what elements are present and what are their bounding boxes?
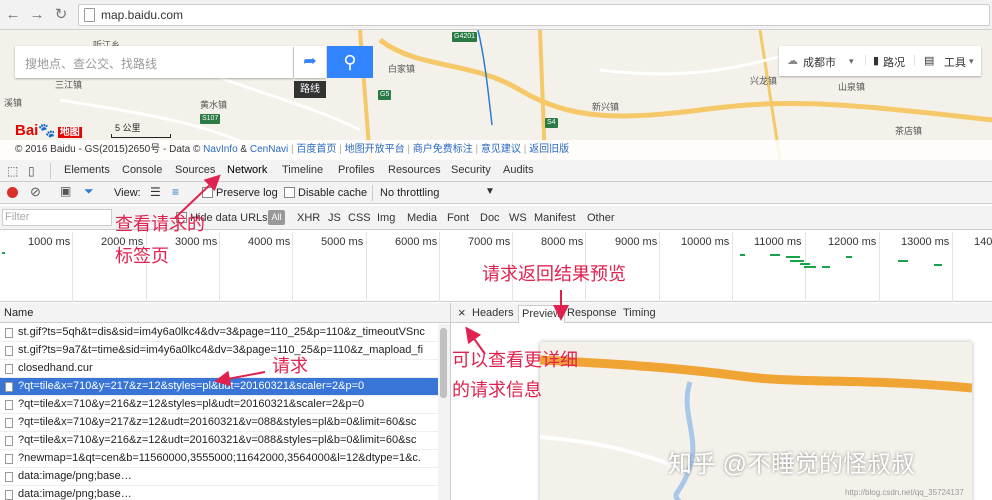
annotation-preview: 请求返回结果预览 — [482, 264, 626, 284]
annotation-detail-line2: 的请求信息 — [452, 380, 542, 400]
watermark-url: http://blog.csdn.net/qq_35724137 — [845, 488, 964, 497]
annotation-tab-line1: 查看请求的 — [115, 214, 205, 234]
annotation-detail-line1: 可以查看更详细 — [452, 350, 578, 370]
annotation-request: 请求 — [272, 356, 308, 376]
watermark: 知乎 @不睡觉的怪叔叔 — [668, 451, 916, 478]
annotation-tab-line2: 标签页 — [115, 246, 169, 266]
